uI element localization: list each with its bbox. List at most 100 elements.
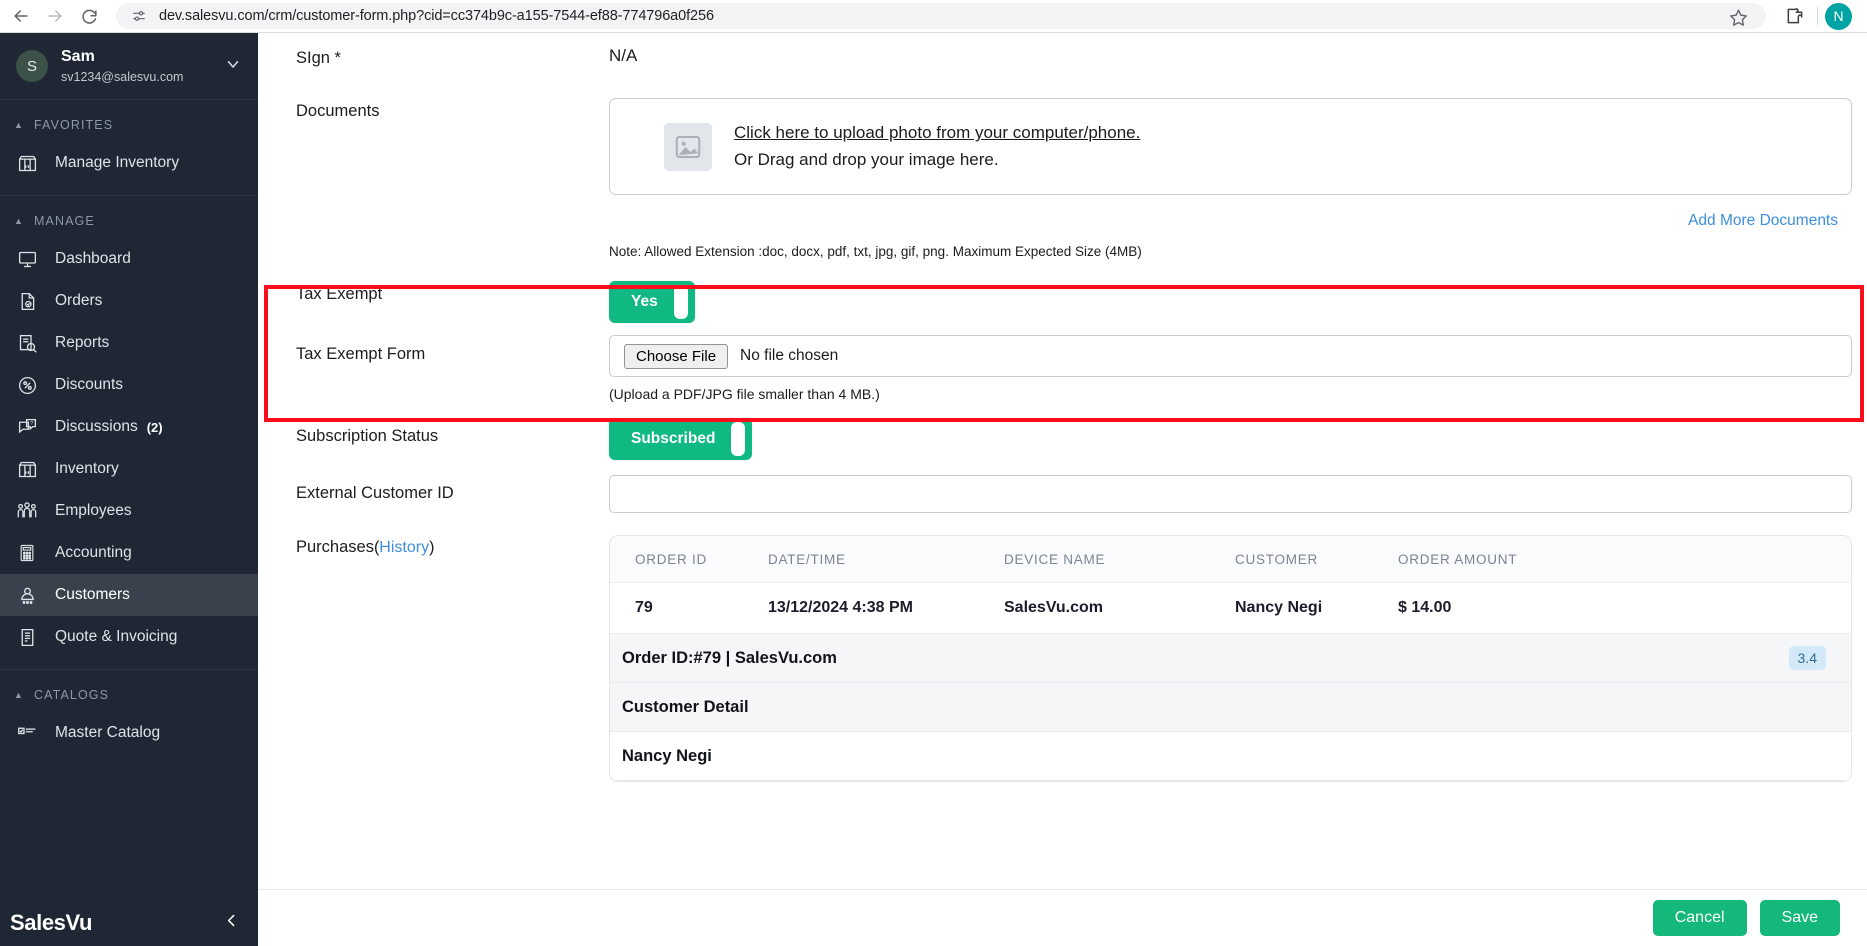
- column-header-device-name: DEVICE NAME: [1004, 551, 1106, 567]
- chevron-down-icon[interactable]: [224, 55, 242, 78]
- form-row-external-customer-id: External Customer ID: [258, 475, 1867, 513]
- column-header-order-id: ORDER ID: [635, 551, 708, 567]
- sidebar-item-master-catalog[interactable]: Master Catalog: [0, 712, 258, 754]
- add-more-documents-link[interactable]: Add More Documents: [609, 195, 1852, 230]
- sidebar-user-profile[interactable]: S Sam sv1234@salesvu.com: [0, 33, 258, 100]
- table-row[interactable]: 79 13/12/2024 4:38 PM SalesVu.com Nancy …: [610, 583, 1851, 634]
- order-detail-header-row[interactable]: Order ID:#79 | SalesVu.com 3.4: [610, 634, 1851, 683]
- cell-device-name: SalesVu.com: [1004, 599, 1104, 616]
- cell-order-amount: $ 14.00: [1398, 599, 1452, 616]
- sidebar-item-inventory[interactable]: Inventory: [0, 448, 258, 490]
- customer-form-panel: SIgn * N/A Documents Click here to uploa…: [258, 33, 1867, 946]
- invoice-document-icon: [14, 624, 40, 650]
- sidebar-item-quote-invoicing[interactable]: Quote & Invoicing: [0, 616, 258, 658]
- subscription-status-toggle-label: Subscribed: [631, 430, 716, 447]
- chat-question-icon: ?: [14, 414, 40, 440]
- sidebar-item-label: Orders: [55, 292, 103, 309]
- catalog-list-icon: [14, 720, 40, 746]
- toolbar-divider: [1817, 7, 1818, 25]
- address-bar[interactable]: dev.salesvu.com/crm/customer-form.php?ci…: [116, 3, 1766, 29]
- toggle-knob: [673, 285, 688, 319]
- documents-label: Documents: [296, 102, 380, 120]
- star-icon[interactable]: [1727, 6, 1749, 28]
- sidebar-item-employees[interactable]: Employees: [0, 490, 258, 532]
- form-row-tax-exempt: Tax Exempt Yes: [258, 281, 1867, 323]
- cancel-button[interactable]: Cancel: [1652, 900, 1747, 936]
- tax-exempt-form-note: (Upload a PDF/JPG file smaller than 4 MB…: [609, 386, 880, 402]
- purchases-label-wrap: Purchases(History): [296, 535, 609, 557]
- sidebar-item-reports[interactable]: Reports: [0, 322, 258, 364]
- sidebar-item-label: Inventory: [55, 460, 119, 477]
- caret-up-icon: ▲: [14, 690, 25, 700]
- sign-value: N/A: [609, 46, 638, 65]
- sidebar-item-discounts[interactable]: Discounts: [0, 364, 258, 406]
- people-group-icon: [14, 498, 40, 524]
- sidebar-user-email: sv1234@salesvu.com: [61, 69, 184, 84]
- forward-arrow-icon[interactable]: [38, 0, 72, 33]
- store-icon: [14, 456, 40, 482]
- sidebar-item-label: Customers: [55, 586, 130, 603]
- purchases-table-header: ORDER ID DATE/TIME DEVICE NAME CUSTOMER …: [610, 536, 1851, 583]
- tax-exempt-label: Tax Exempt: [296, 285, 383, 303]
- form-row-documents: Documents Click here to upload photo fro…: [258, 98, 1867, 259]
- form-row-purchases: Purchases(History) ORDER ID DATE/TIME DE…: [258, 535, 1867, 782]
- sidebar-section-catalogs[interactable]: ▲ CATALOGS: [0, 670, 258, 712]
- customer-detail-row: Customer Detail: [610, 683, 1851, 732]
- extensions-puzzle-icon[interactable]: [1780, 0, 1810, 33]
- form-row-subscription-status: Subscription Status Subscribed: [258, 418, 1867, 460]
- order-score-badge: 3.4: [1788, 646, 1826, 670]
- reload-icon[interactable]: [72, 0, 106, 33]
- form-row-sign: SIgn * N/A: [258, 33, 1867, 79]
- choose-file-button[interactable]: Choose File: [624, 343, 729, 369]
- form-row-tax-exempt-form: Tax Exempt Form Choose File No file chos…: [258, 335, 1867, 402]
- sidebar-item-orders[interactable]: Orders: [0, 280, 258, 322]
- store-icon: [14, 150, 40, 176]
- report-search-icon: [14, 330, 40, 356]
- sign-label: SIgn *: [296, 48, 341, 67]
- subscription-status-label: Subscription Status: [296, 427, 439, 445]
- cell-order-id: 79: [635, 599, 653, 616]
- purchases-label: Purchases: [296, 538, 374, 556]
- save-button[interactable]: Save: [1759, 900, 1840, 936]
- sidebar-item-discussions[interactable]: ? Discussions (2): [0, 406, 258, 448]
- sidebar-item-accounting[interactable]: Accounting: [0, 532, 258, 574]
- sidebar-section-label: FAVORITES: [34, 118, 114, 132]
- external-customer-id-input[interactable]: [609, 475, 1852, 513]
- avatar[interactable]: N: [1825, 2, 1852, 30]
- back-arrow-icon[interactable]: [4, 0, 38, 33]
- sidebar-item-label: Employees: [55, 502, 132, 519]
- form-action-bar: Cancel Save: [258, 889, 1867, 946]
- sidebar-item-manage-inventory[interactable]: Manage Inventory: [0, 142, 258, 184]
- purchases-table: ORDER ID DATE/TIME DEVICE NAME CUSTOMER …: [609, 535, 1852, 782]
- subscription-status-toggle[interactable]: Subscribed: [609, 418, 753, 460]
- sidebar-item-label: Quote & Invoicing: [55, 628, 178, 645]
- sidebar-section-label: MANAGE: [34, 214, 95, 228]
- sidebar-item-dashboard[interactable]: Dashboard: [0, 238, 258, 280]
- browser-toolbar: dev.salesvu.com/crm/customer-form.php?ci…: [0, 0, 1867, 33]
- image-placeholder-icon: [664, 122, 712, 171]
- sidebar-item-label: Accounting: [55, 544, 132, 561]
- caret-up-icon: ▲: [14, 120, 25, 130]
- toggle-knob: [731, 422, 746, 456]
- app-logo: SalesVu: [10, 910, 92, 935]
- sidebar-item-label: Reports: [55, 334, 110, 351]
- site-settings-icon[interactable]: [130, 7, 148, 25]
- percent-badge-icon: [14, 372, 40, 398]
- paren-close: ): [429, 539, 435, 556]
- document-dropzone[interactable]: Click here to upload photo from your com…: [609, 98, 1852, 195]
- column-header-customer: CUSTOMER: [1235, 551, 1319, 567]
- sidebar-item-label: Discounts: [55, 376, 124, 393]
- sidebar: S Sam sv1234@salesvu.com ▲ FAVORITES Man…: [0, 33, 258, 946]
- tax-exempt-toggle[interactable]: Yes: [609, 281, 695, 323]
- sidebar-section-manage[interactable]: ▲ MANAGE: [0, 196, 258, 238]
- caret-up-icon: ▲: [14, 216, 25, 226]
- sidebar-section-favorites[interactable]: ▲ FAVORITES: [0, 100, 258, 142]
- purchases-history-link[interactable]: History: [379, 539, 429, 556]
- tax-exempt-file-input[interactable]: Choose File No file chosen: [609, 335, 1852, 377]
- chevron-left-icon[interactable]: [223, 912, 240, 934]
- tax-exempt-form-label: Tax Exempt Form: [296, 345, 426, 363]
- sidebar-item-customers[interactable]: Customers: [0, 574, 258, 616]
- upload-photo-link[interactable]: Click here to upload photo from your com…: [734, 120, 1140, 146]
- customer-person-icon: [14, 582, 40, 608]
- sidebar-user-name: Sam: [61, 47, 95, 65]
